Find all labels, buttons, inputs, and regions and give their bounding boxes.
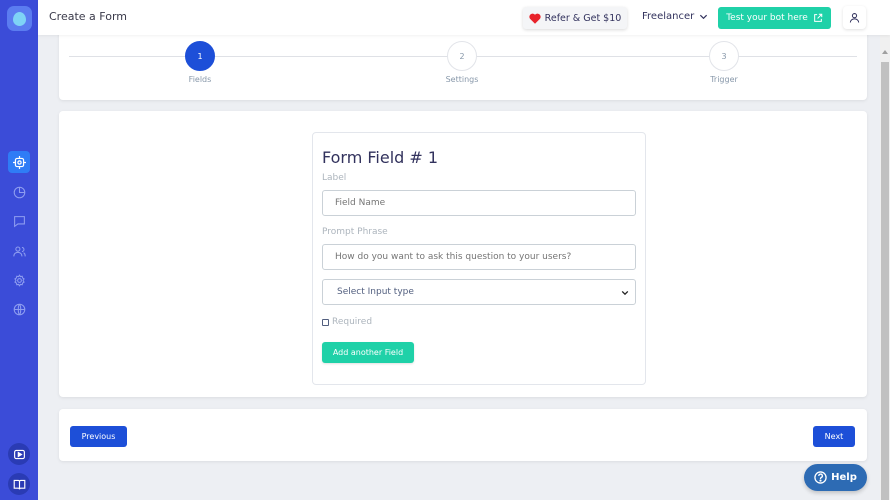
user-icon — [849, 13, 860, 23]
sidebar-video-icon[interactable] — [8, 443, 30, 465]
step-number: 3 — [709, 41, 739, 71]
sidebar-chat-icon[interactable] — [8, 210, 30, 232]
help-button[interactable]: Help — [804, 464, 867, 491]
sidebar-bot-icon[interactable] — [8, 151, 30, 173]
add-another-field-button[interactable]: Add another Field — [322, 342, 414, 363]
stepper-card: 1 Fields 2 Settings 3 Trigger — [59, 30, 867, 100]
prompt-caption: Prompt Phrase — [322, 227, 388, 237]
question-circle-icon — [814, 471, 827, 484]
app-logo[interactable] — [7, 6, 32, 31]
account-dropdown-label: Freelancer — [642, 11, 695, 22]
sidebar-settings-icon[interactable] — [8, 269, 30, 291]
form-card: Form Field # 1 Label Prompt Phrase Selec… — [59, 111, 867, 397]
sidebar — [0, 0, 38, 500]
input-type-selected-value: Select Input type — [337, 287, 414, 297]
required-checkbox[interactable] — [322, 318, 329, 326]
top-header: Create a Form Refer & Get $10 Freelancer… — [38, 0, 890, 35]
prompt-phrase-input[interactable] — [322, 244, 636, 270]
scrollbar-thumb[interactable] — [881, 62, 889, 500]
user-profile-button[interactable] — [843, 6, 866, 29]
step-label: Settings — [445, 75, 479, 84]
page-title: Create a Form — [49, 10, 127, 23]
step-trigger[interactable]: 3 Trigger — [684, 41, 764, 84]
next-button[interactable]: Next — [813, 426, 855, 447]
test-bot-button[interactable]: Test your bot here — [718, 7, 831, 29]
sidebar-book-icon[interactable] — [8, 473, 30, 495]
chevron-down-icon — [621, 290, 629, 296]
step-settings[interactable]: 2 Settings — [422, 41, 502, 84]
logo-drop-icon — [13, 11, 26, 26]
refer-button[interactable]: Refer & Get $10 — [523, 7, 627, 29]
sidebar-users-icon[interactable] — [8, 240, 30, 262]
step-number: 2 — [447, 41, 477, 71]
field-name-input[interactable] — [322, 190, 636, 216]
previous-button[interactable]: Previous — [70, 426, 127, 447]
external-link-icon — [813, 13, 823, 22]
test-bot-button-label: Test your bot here — [726, 13, 808, 23]
sidebar-chart-icon[interactable] — [8, 181, 30, 203]
account-dropdown[interactable]: Freelancer — [642, 11, 708, 22]
label-caption: Label — [322, 173, 347, 183]
step-label: Trigger — [710, 75, 738, 84]
step-fields[interactable]: 1 Fields — [160, 41, 240, 84]
step-label: Fields — [188, 75, 212, 84]
input-type-select[interactable]: Select Input type — [322, 279, 636, 305]
required-label: Required — [332, 317, 373, 327]
form-field-title: Form Field # 1 — [322, 148, 439, 167]
sidebar-globe-icon[interactable] — [8, 298, 30, 320]
step-number: 1 — [185, 41, 215, 71]
help-button-label: Help — [831, 472, 857, 483]
form-field-box: Form Field # 1 Label Prompt Phrase Selec… — [312, 132, 646, 385]
scroll-up-arrow-icon[interactable] — [882, 50, 888, 54]
required-checkbox-row[interactable]: Required — [322, 317, 372, 327]
refer-button-label: Refer & Get $10 — [544, 12, 622, 24]
heart-icon — [529, 13, 541, 24]
navigation-card: Previous Next — [59, 409, 867, 461]
chevron-down-icon — [700, 14, 708, 20]
